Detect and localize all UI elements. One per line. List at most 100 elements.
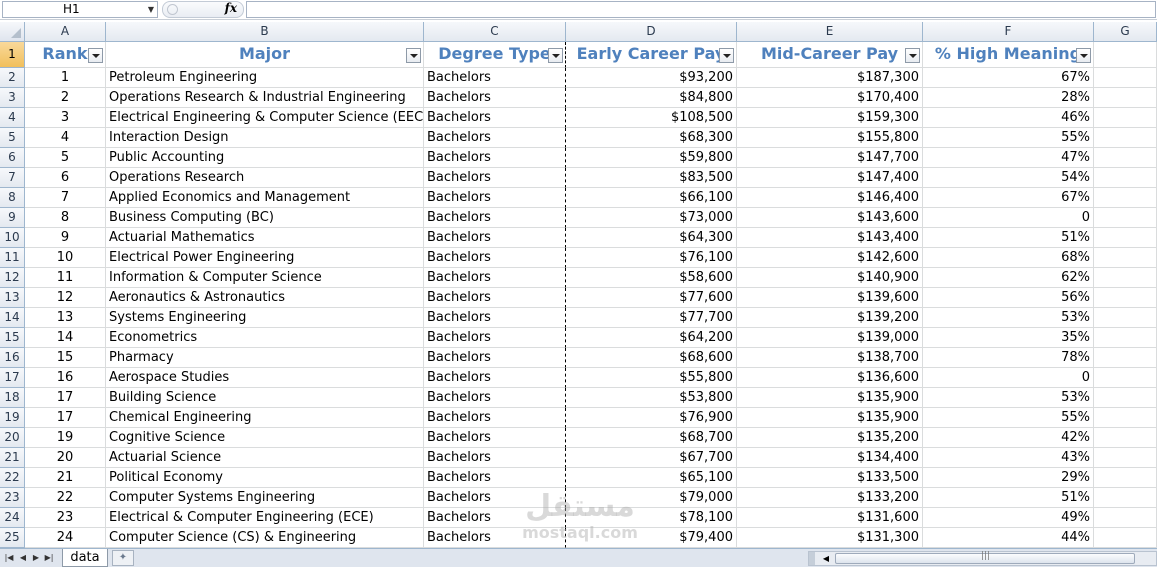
- chevron-down-icon[interactable]: ▼: [148, 2, 154, 17]
- mid-career-pay-cell[interactable]: $159,300: [737, 108, 923, 128]
- major-cell[interactable]: Econometrics: [106, 328, 424, 348]
- rank-cell[interactable]: 3: [25, 108, 106, 128]
- early-career-pay-cell[interactable]: $83,500: [566, 168, 737, 188]
- degree-type-cell[interactable]: Bachelors: [424, 308, 566, 328]
- row-header[interactable]: 23: [0, 488, 25, 508]
- row-header[interactable]: 13: [0, 288, 25, 308]
- header-cell-high-meaning[interactable]: % High Meaning: [923, 42, 1094, 68]
- empty-cell[interactable]: [1094, 168, 1157, 188]
- mid-career-pay-cell[interactable]: $139,000: [737, 328, 923, 348]
- mid-career-pay-cell[interactable]: $135,900: [737, 388, 923, 408]
- high-meaning-cell[interactable]: 68%: [923, 248, 1094, 268]
- filter-dropdown-icon[interactable]: [88, 48, 103, 63]
- row-header[interactable]: 17: [0, 368, 25, 388]
- empty-cell[interactable]: [1094, 308, 1157, 328]
- empty-cell[interactable]: [1094, 108, 1157, 128]
- rank-cell[interactable]: 5: [25, 148, 106, 168]
- rank-cell[interactable]: 19: [25, 428, 106, 448]
- empty-cell[interactable]: [1094, 88, 1157, 108]
- rank-cell[interactable]: 23: [25, 508, 106, 528]
- mid-career-pay-cell[interactable]: $131,600: [737, 508, 923, 528]
- degree-type-cell[interactable]: Bachelors: [424, 448, 566, 468]
- filter-dropdown-icon[interactable]: [406, 48, 421, 63]
- degree-type-cell[interactable]: Bachelors: [424, 328, 566, 348]
- mid-career-pay-cell[interactable]: $142,600: [737, 248, 923, 268]
- early-career-pay-cell[interactable]: $73,000: [566, 208, 737, 228]
- row-header[interactable]: 21: [0, 448, 25, 468]
- major-cell[interactable]: Chemical Engineering: [106, 408, 424, 428]
- major-cell[interactable]: Public Accounting: [106, 148, 424, 168]
- row-header[interactable]: 12: [0, 268, 25, 288]
- row-header[interactable]: 1: [0, 42, 25, 68]
- mid-career-pay-cell[interactable]: $133,500: [737, 468, 923, 488]
- mid-career-pay-cell[interactable]: $143,400: [737, 228, 923, 248]
- major-cell[interactable]: Computer Systems Engineering: [106, 488, 424, 508]
- header-cell-major[interactable]: Major: [106, 42, 424, 68]
- rank-cell[interactable]: 13: [25, 308, 106, 328]
- degree-type-cell[interactable]: Bachelors: [424, 348, 566, 368]
- empty-cell[interactable]: [1094, 428, 1157, 448]
- early-career-pay-cell[interactable]: $76,100: [566, 248, 737, 268]
- cell-g1[interactable]: [1094, 42, 1157, 68]
- mid-career-pay-cell[interactable]: $155,800: [737, 128, 923, 148]
- sheet-tab-data[interactable]: data: [62, 549, 108, 567]
- empty-cell[interactable]: [1094, 148, 1157, 168]
- high-meaning-cell[interactable]: 53%: [923, 308, 1094, 328]
- degree-type-cell[interactable]: Bachelors: [424, 108, 566, 128]
- high-meaning-cell[interactable]: 0: [923, 368, 1094, 388]
- mid-career-pay-cell[interactable]: $170,400: [737, 88, 923, 108]
- high-meaning-cell[interactable]: 54%: [923, 168, 1094, 188]
- row-header[interactable]: 7: [0, 168, 25, 188]
- degree-type-cell[interactable]: Bachelors: [424, 148, 566, 168]
- degree-type-cell[interactable]: Bachelors: [424, 288, 566, 308]
- filter-dropdown-icon[interactable]: [1076, 48, 1091, 63]
- rank-cell[interactable]: 16: [25, 368, 106, 388]
- early-career-pay-cell[interactable]: $65,100: [566, 468, 737, 488]
- empty-cell[interactable]: [1094, 228, 1157, 248]
- mid-career-pay-cell[interactable]: $135,900: [737, 408, 923, 428]
- major-cell[interactable]: Electrical & Computer Engineering (ECE): [106, 508, 424, 528]
- empty-cell[interactable]: [1094, 528, 1157, 548]
- mid-career-pay-cell[interactable]: $147,400: [737, 168, 923, 188]
- major-cell[interactable]: Building Science: [106, 388, 424, 408]
- major-cell[interactable]: Systems Engineering: [106, 308, 424, 328]
- rank-cell[interactable]: 17: [25, 388, 106, 408]
- early-career-pay-cell[interactable]: $55,800: [566, 368, 737, 388]
- high-meaning-cell[interactable]: 55%: [923, 408, 1094, 428]
- header-cell-early-career-pay[interactable]: Early Career Pay: [566, 42, 737, 68]
- early-career-pay-cell[interactable]: $76,900: [566, 408, 737, 428]
- filter-dropdown-icon[interactable]: [548, 48, 563, 63]
- degree-type-cell[interactable]: Bachelors: [424, 248, 566, 268]
- mid-career-pay-cell[interactable]: $147,700: [737, 148, 923, 168]
- early-career-pay-cell[interactable]: $78,100: [566, 508, 737, 528]
- degree-type-cell[interactable]: Bachelors: [424, 188, 566, 208]
- rank-cell[interactable]: 11: [25, 268, 106, 288]
- degree-type-cell[interactable]: Bachelors: [424, 208, 566, 228]
- degree-type-cell[interactable]: Bachelors: [424, 488, 566, 508]
- empty-cell[interactable]: [1094, 468, 1157, 488]
- rank-cell[interactable]: 2: [25, 88, 106, 108]
- prev-sheet-icon[interactable]: ◀: [17, 551, 29, 565]
- empty-cell[interactable]: [1094, 208, 1157, 228]
- degree-type-cell[interactable]: Bachelors: [424, 468, 566, 488]
- degree-type-cell[interactable]: Bachelors: [424, 428, 566, 448]
- split-handle[interactable]: [809, 552, 815, 565]
- mid-career-pay-cell[interactable]: $135,200: [737, 428, 923, 448]
- degree-type-cell[interactable]: Bachelors: [424, 128, 566, 148]
- early-career-pay-cell[interactable]: $79,400: [566, 528, 737, 548]
- major-cell[interactable]: Political Economy: [106, 468, 424, 488]
- formula-input[interactable]: [246, 1, 1156, 18]
- mid-career-pay-cell[interactable]: $143,600: [737, 208, 923, 228]
- row-header[interactable]: 4: [0, 108, 25, 128]
- early-career-pay-cell[interactable]: $67,700: [566, 448, 737, 468]
- high-meaning-cell[interactable]: 53%: [923, 388, 1094, 408]
- row-header[interactable]: 16: [0, 348, 25, 368]
- degree-type-cell[interactable]: Bachelors: [424, 88, 566, 108]
- rank-cell[interactable]: 17: [25, 408, 106, 428]
- high-meaning-cell[interactable]: 78%: [923, 348, 1094, 368]
- rank-cell[interactable]: 10: [25, 248, 106, 268]
- rank-cell[interactable]: 24: [25, 528, 106, 548]
- scroll-left-icon[interactable]: ◀: [819, 552, 833, 565]
- major-cell[interactable]: Actuarial Science: [106, 448, 424, 468]
- row-header[interactable]: 2: [0, 68, 25, 88]
